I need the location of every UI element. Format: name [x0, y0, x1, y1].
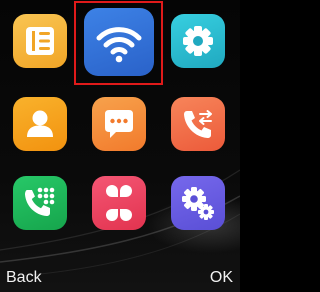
advanced-settings-app-icon[interactable]: [171, 176, 225, 230]
message-bubble-icon: [105, 110, 133, 138]
gear-icon: [183, 26, 213, 56]
app-grid-icon: [106, 185, 132, 221]
call-log-icon: [184, 110, 212, 138]
gears-icon: [182, 187, 214, 220]
softkey-ok[interactable]: OK: [210, 269, 233, 287]
home-screen: Back OK: [0, 0, 240, 292]
softkey-back[interactable]: Back: [6, 269, 42, 287]
notes-app-icon[interactable]: [13, 14, 67, 68]
apps-app-icon[interactable]: [92, 176, 146, 230]
notes-list-icon: [26, 27, 54, 55]
settings-app-icon[interactable]: [171, 14, 225, 68]
dialer-app-icon[interactable]: [13, 176, 67, 230]
contacts-app-icon[interactable]: [13, 97, 67, 151]
contact-person-icon: [27, 110, 53, 137]
call-log-app-icon[interactable]: [171, 97, 225, 151]
selection-highlight: [74, 1, 163, 85]
dialpad-phone-icon: [25, 187, 55, 216]
messages-app-icon[interactable]: [92, 97, 146, 151]
